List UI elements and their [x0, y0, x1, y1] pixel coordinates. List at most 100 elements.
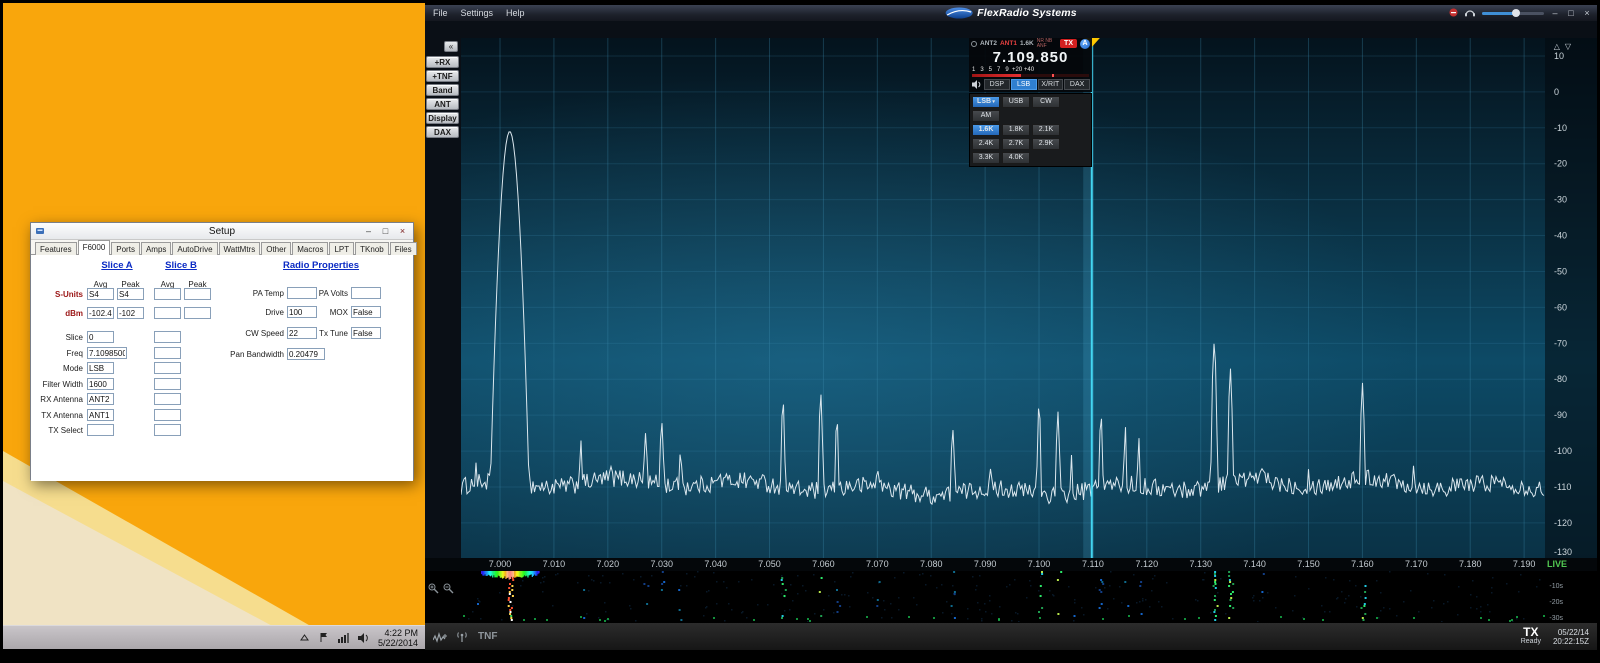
slice-a-mode-input[interactable]: [87, 362, 114, 374]
side-button-dax[interactable]: DAX: [426, 126, 459, 138]
filter-button-4.0k[interactable]: 4.0K: [1002, 152, 1030, 164]
action-center-icon[interactable]: [318, 632, 331, 644]
slice-frequency[interactable]: 7.109.850: [969, 49, 1092, 67]
slice-power-icon[interactable]: [971, 40, 977, 47]
volume-slider-knob[interactable]: [1512, 9, 1521, 17]
flag-filter-width[interactable]: 1.6K: [1020, 40, 1034, 47]
flag-tab-dax[interactable]: DAX: [1064, 79, 1090, 90]
flag-tx-button[interactable]: TX: [1060, 39, 1077, 48]
slice-b-s-units-avg-input[interactable]: [154, 288, 181, 300]
taskbar-clock[interactable]: 4:22 PM 5/22/2014: [378, 628, 418, 648]
slice-b-filter-width-input[interactable]: [154, 378, 181, 390]
menu-settings[interactable]: Settings: [461, 8, 494, 18]
slice-a-dbm-peak-input[interactable]: [117, 307, 144, 319]
app-maximize-button[interactable]: □: [1566, 8, 1576, 18]
app-minimize-button[interactable]: –: [1550, 8, 1560, 18]
tnf-button[interactable]: TNF: [478, 631, 497, 642]
slice-b-tx-antenna-input[interactable]: [154, 409, 181, 421]
slice-b-slice-input[interactable]: [154, 331, 181, 343]
waterfall[interactable]: [461, 571, 1597, 622]
side-button-ant[interactable]: ANT: [426, 98, 459, 110]
setup-minimize-button[interactable]: –: [360, 224, 377, 238]
setup-titlebar[interactable]: Setup – □ ×: [31, 223, 413, 240]
scale-up-icon[interactable]: △: [1554, 42, 1560, 51]
slice-a-freq-input[interactable]: [87, 347, 127, 359]
flag-tab-xrit[interactable]: X/RIT: [1037, 79, 1064, 90]
mute-icon[interactable]: [1449, 4, 1458, 22]
setup-tab-features[interactable]: Features: [35, 242, 77, 255]
add-panadapter-icon[interactable]: [433, 631, 448, 643]
setup-tab-tknob[interactable]: TKnob: [355, 242, 389, 255]
slice-a-s-units-avg-input[interactable]: [87, 288, 114, 300]
filter-button-2.9k[interactable]: 2.9K: [1032, 138, 1060, 150]
setup-tab-autodrive[interactable]: AutoDrive: [172, 242, 218, 255]
frequency-scale[interactable]: LIVE 7.000 7.010 7.020 7.030 7.040 7.050 7.060…: [425, 558, 1597, 571]
side-button-+tnf[interactable]: +TNF: [426, 70, 459, 82]
mox-input[interactable]: [351, 306, 381, 318]
filter-button-2.4k[interactable]: 2.4K: [972, 138, 1000, 150]
slice-a-rx-antenna-input[interactable]: [87, 393, 114, 405]
slice-a-dbm-avg-input[interactable]: [87, 307, 114, 319]
side-button-display[interactable]: Display: [426, 112, 459, 124]
slice-a-tx-select-input[interactable]: [87, 424, 114, 436]
menu-help[interactable]: Help: [506, 8, 525, 18]
drive-input[interactable]: [287, 306, 317, 318]
flag-tx-antenna[interactable]: ANT1: [1000, 40, 1017, 47]
app-titlebar[interactable]: File Settings Help FlexRadio Systems – □…: [425, 5, 1597, 21]
scale-down-icon[interactable]: ▽: [1565, 42, 1571, 51]
flag-tab-lsb[interactable]: LSB: [1010, 79, 1037, 90]
slice-a-filter-width-input[interactable]: [87, 378, 114, 390]
setup-tab-other[interactable]: Other: [261, 242, 292, 255]
collapse-panel-button[interactable]: «: [444, 41, 458, 52]
cw-speed-input[interactable]: [287, 327, 317, 339]
slice-a-tx-antenna-input[interactable]: [87, 409, 114, 421]
antenna-icon[interactable]: [455, 631, 469, 643]
taskbar[interactable]: 4:22 PM 5/22/2014: [3, 625, 425, 649]
setup-tab-macros[interactable]: Macros: [292, 242, 329, 255]
side-button-+rx[interactable]: +RX: [426, 56, 459, 68]
setup-tab-amps[interactable]: Amps: [140, 242, 172, 255]
tx-tune-input[interactable]: [351, 327, 381, 339]
slice-b-dbm-avg-input[interactable]: [154, 307, 181, 319]
pa-temp-input[interactable]: [287, 287, 317, 299]
setup-tab-lpt[interactable]: LPT: [329, 242, 355, 255]
setup-tab-files[interactable]: Files: [389, 242, 417, 255]
slice-b-mode-input[interactable]: [154, 362, 181, 374]
zoom-in-icon[interactable]: [428, 581, 439, 599]
filter-button-1.6k[interactable]: 1.6K: [972, 124, 1000, 136]
network-icon[interactable]: [338, 632, 351, 644]
slice-b-s-units-peak-input[interactable]: [184, 288, 211, 300]
slice-b-rx-antenna-input[interactable]: [154, 393, 181, 405]
show-hidden-icons-icon[interactable]: [298, 632, 311, 644]
filter-button-2.1k[interactable]: 2.1K: [1032, 124, 1060, 136]
volume-slider[interactable]: [1482, 9, 1544, 17]
slice-b-dbm-peak-input[interactable]: [184, 307, 211, 319]
menu-file[interactable]: File: [433, 8, 448, 18]
slice-a-slice-input[interactable]: [87, 331, 114, 343]
setup-maximize-button[interactable]: □: [377, 224, 394, 238]
volume-icon[interactable]: [358, 632, 371, 644]
flag-rx-antenna[interactable]: ANT2: [980, 40, 997, 47]
setup-tab-wattmtrs[interactable]: WattMtrs: [218, 242, 261, 255]
filter-button-3.3k[interactable]: 3.3K: [972, 152, 1000, 164]
filter-button-2.7k[interactable]: 2.7K: [1002, 138, 1030, 150]
mode-button-usb[interactable]: USB: [1002, 96, 1030, 108]
mode-button-cw[interactable]: CW: [1032, 96, 1060, 108]
slice-flag[interactable]: ANT2 ANT1 1.6K NR NB ANF TX A 7.109.850 …: [969, 38, 1092, 92]
side-button-band[interactable]: Band: [426, 84, 459, 96]
setup-tab-f6000[interactable]: F6000: [77, 240, 111, 255]
audio-icon[interactable]: [971, 80, 983, 89]
slice-b-tx-select-input[interactable]: [154, 424, 181, 436]
flag-tab-dsp[interactable]: DSP: [984, 79, 1010, 90]
app-close-button[interactable]: ×: [1582, 8, 1592, 18]
mode-button-lsb[interactable]: LSB: [972, 96, 1000, 108]
zoom-out-icon[interactable]: [443, 581, 454, 599]
slice-b-freq-input[interactable]: [154, 347, 181, 359]
setup-close-button[interactable]: ×: [394, 224, 411, 238]
pan-bandwidth-input[interactable]: [287, 348, 325, 360]
slice-a-s-units-peak-input[interactable]: [117, 288, 144, 300]
mode-button-am[interactable]: AM: [972, 110, 1000, 122]
slice-letter-badge[interactable]: A: [1080, 38, 1090, 49]
filter-button-1.8k[interactable]: 1.8K: [1002, 124, 1030, 136]
setup-tab-ports[interactable]: Ports: [111, 242, 140, 255]
